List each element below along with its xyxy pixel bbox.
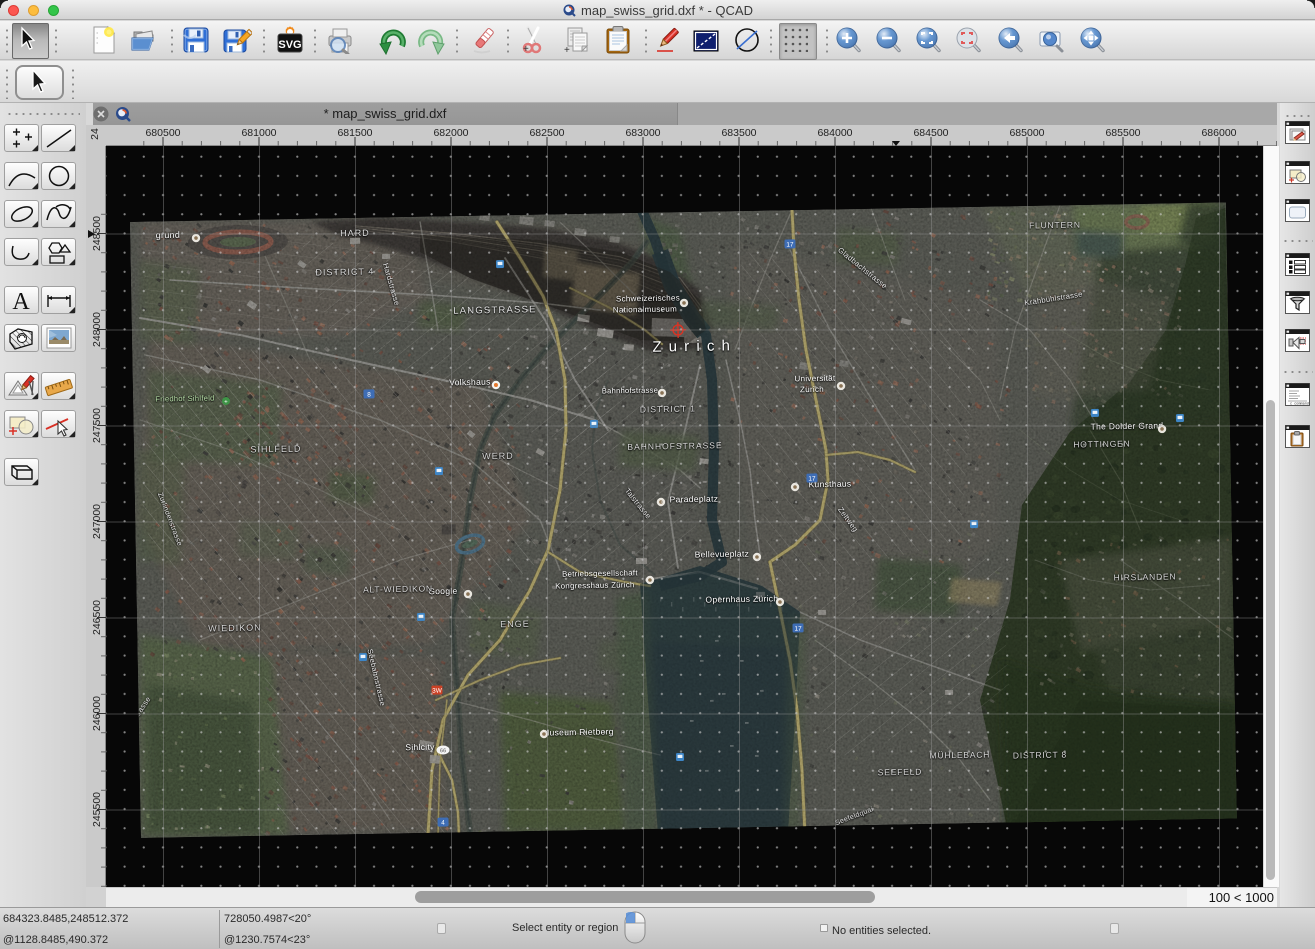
svg-text:685000: 685000	[1009, 127, 1044, 139]
svg-text:683500: 683500	[721, 127, 756, 139]
svg-text:BAHNHOFSTRASSE: BAHNHOFSTRASSE	[627, 440, 722, 452]
svg-text:Kongresshaus Zürich: Kongresshaus Zürich	[555, 580, 635, 590]
svg-text:247000: 247000	[91, 504, 103, 539]
svg-text:66: 66	[440, 748, 446, 754]
svg-text:WERD: WERD	[482, 451, 514, 462]
svg-text:246000: 246000	[91, 696, 103, 731]
svg-text:682000: 682000	[433, 127, 468, 139]
svg-text:686000: 686000	[1201, 127, 1236, 139]
svg-text:Opernhaus Zürich: Opernhaus Zürich	[705, 593, 778, 604]
svg-text:HIRSLANDEN: HIRSLANDEN	[1113, 571, 1176, 582]
svg-text:+: +	[224, 399, 228, 405]
svg-text:DISTRICT 4: DISTRICT 4	[315, 266, 374, 277]
svg-text:Bellevueplatz: Bellevueplatz	[695, 549, 750, 560]
svg-text:Zürich: Zürich	[800, 385, 824, 394]
svg-text:Museum Rietberg: Museum Rietberg	[542, 726, 614, 737]
svg-text:A: A	[12, 289, 30, 314]
svg-text:683000: 683000	[625, 127, 660, 139]
svg-text:Betriebsgesellschaft: Betriebsgesellschaft	[562, 568, 638, 578]
svg-text:8: 8	[367, 392, 371, 399]
svg-text:MÜHLEBACH: MÜHLEBACH	[930, 749, 991, 760]
svg-text:681000: 681000	[241, 127, 276, 139]
svg-text:246500: 246500	[91, 600, 103, 635]
svg-text:Paradeplatz: Paradeplatz	[669, 494, 718, 505]
svg-text:17: 17	[794, 626, 802, 633]
svg-text:LANGSTRASSE: LANGSTRASSE	[453, 304, 537, 316]
svg-text:ALT-WIEDIKON: ALT-WIEDIKON	[363, 583, 433, 594]
svg-text:680500: 680500	[145, 127, 180, 139]
svg-text:3W: 3W	[432, 688, 443, 695]
svg-text:Friedhof Sihlfeld: Friedhof Sihlfeld	[155, 394, 214, 404]
svg-text:WIEDIKON: WIEDIKON	[208, 623, 262, 634]
svg-text:Sihlcity: Sihlcity	[405, 742, 435, 753]
svg-text:+: +	[564, 45, 570, 55]
svg-text:681500: 681500	[337, 127, 372, 139]
svg-text:SIHLFELD: SIHLFELD	[250, 444, 301, 455]
svg-text:245500: 245500	[91, 792, 103, 827]
svg-text:Z u r i c h: Z u r i c h	[652, 337, 731, 355]
svg-text:c command: c command	[1290, 402, 1309, 407]
svg-text:685500: 685500	[1105, 127, 1140, 139]
svg-text:+: +	[523, 44, 529, 55]
svg-text:4: 4	[441, 820, 445, 827]
svg-text:248000: 248000	[91, 312, 103, 347]
svg-text:247500: 247500	[91, 408, 103, 443]
svg-text:682500: 682500	[529, 127, 564, 139]
svg-text:HARD: HARD	[340, 228, 370, 239]
svg-text:The Dolder Grand: The Dolder Grand	[1090, 420, 1163, 431]
svg-text:Volkshaus: Volkshaus	[449, 377, 491, 388]
svg-text:684000: 684000	[817, 127, 852, 139]
svg-text:17: 17	[786, 241, 794, 248]
svg-text:Schweizerisches: Schweizerisches	[616, 293, 680, 303]
svg-text:Bahnhofstrasse: Bahnhofstrasse	[602, 386, 658, 396]
svg-text:Nationalmuseum: Nationalmuseum	[613, 304, 677, 314]
svg-text:684500: 684500	[913, 127, 948, 139]
svg-text:DISTRICT 1: DISTRICT 1	[640, 403, 696, 414]
svg-text:HOTTINGEN: HOTTINGEN	[1073, 439, 1130, 450]
svg-text:FLUNTERN: FLUNTERN	[1029, 220, 1081, 231]
svg-text:DISTRICT 8: DISTRICT 8	[1013, 750, 1067, 761]
svg-text:17: 17	[808, 476, 816, 483]
svg-text:grund: grund	[156, 230, 181, 240]
svg-text:SVG: SVG	[278, 39, 301, 51]
svg-text:SEEFELD: SEEFELD	[878, 767, 923, 778]
svg-text:ENGE: ENGE	[500, 619, 530, 630]
svg-text:Universität: Universität	[794, 374, 836, 384]
